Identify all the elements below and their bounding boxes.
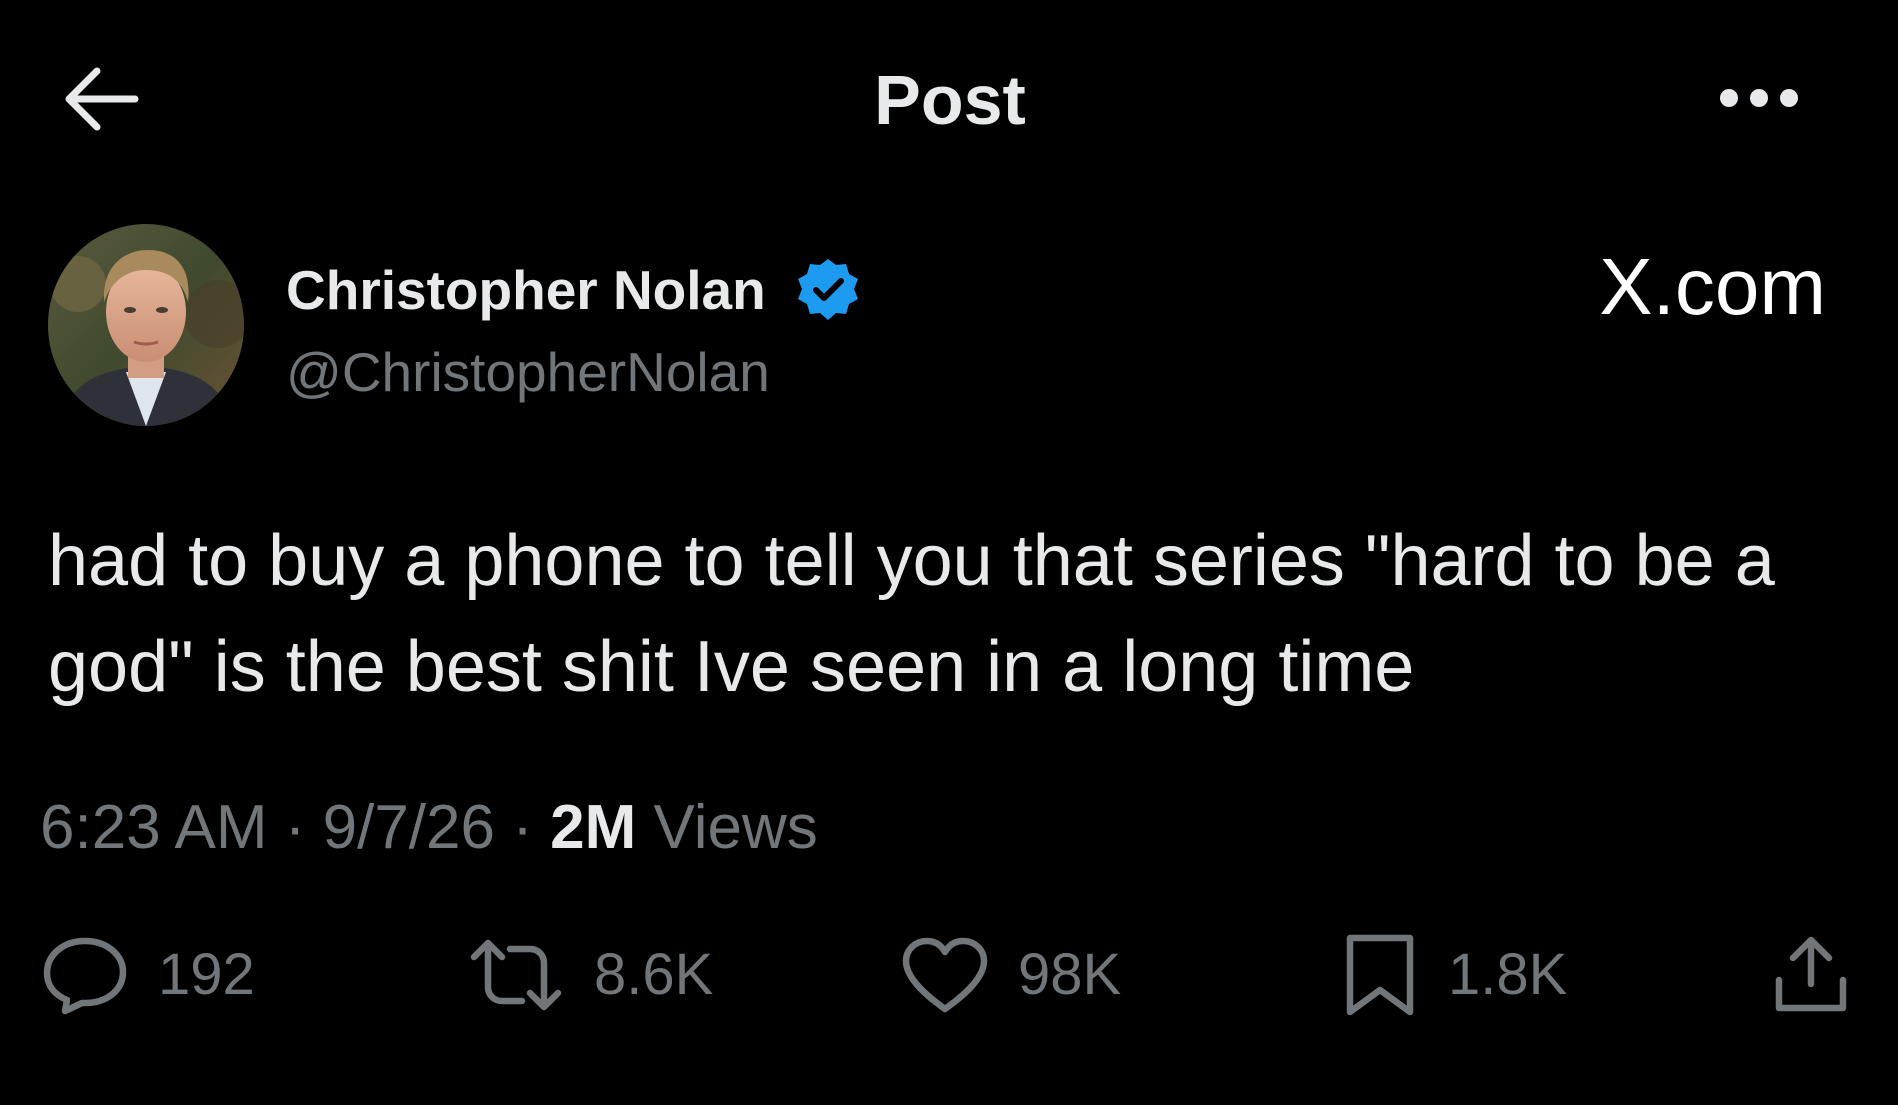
author-handle[interactable]: @ChristopherNolan bbox=[286, 337, 770, 407]
back-button[interactable] bbox=[60, 62, 142, 136]
views-label: Views bbox=[653, 793, 818, 862]
verified-badge-icon bbox=[794, 256, 862, 324]
like-button[interactable]: 98K bbox=[900, 930, 1121, 1020]
author-name[interactable]: Christopher Nolan bbox=[286, 255, 766, 325]
reply-icon bbox=[43, 937, 127, 1015]
bookmark-count: 1.8K bbox=[1448, 942, 1568, 1007]
share-button[interactable] bbox=[1768, 932, 1854, 1018]
more-horizontal-icon bbox=[1720, 89, 1798, 107]
reply-button[interactable]: 192 bbox=[40, 930, 255, 1020]
views-count: 2M bbox=[550, 793, 637, 862]
meta-separator: · bbox=[512, 793, 533, 862]
repost-count: 8.6K bbox=[594, 942, 714, 1007]
meta-separator: · bbox=[284, 793, 306, 862]
post-time[interactable]: 6:23 AM bbox=[40, 793, 267, 862]
page-title: Post bbox=[874, 61, 1026, 139]
reply-count: 192 bbox=[158, 942, 255, 1007]
post-date[interactable]: 9/7/26 bbox=[323, 793, 495, 862]
watermark: X.com bbox=[1599, 242, 1826, 331]
avatar-photo bbox=[48, 224, 244, 426]
heart-icon bbox=[902, 937, 988, 1013]
bookmark-button[interactable]: 1.8K bbox=[1340, 930, 1567, 1020]
post-meta: 6:23 AM · 9/7/26 · 2M Views bbox=[40, 788, 818, 868]
repost-icon bbox=[470, 939, 562, 1011]
share-icon bbox=[1775, 936, 1847, 1012]
repost-button[interactable]: 8.6K bbox=[466, 930, 713, 1020]
avatar[interactable] bbox=[48, 224, 244, 426]
arrow-left-icon bbox=[65, 67, 139, 131]
post-text: had to buy a phone to tell you that seri… bbox=[48, 521, 1775, 707]
more-options-button[interactable] bbox=[1714, 78, 1804, 118]
like-count: 98K bbox=[1018, 942, 1122, 1007]
bookmark-icon bbox=[1346, 934, 1414, 1016]
